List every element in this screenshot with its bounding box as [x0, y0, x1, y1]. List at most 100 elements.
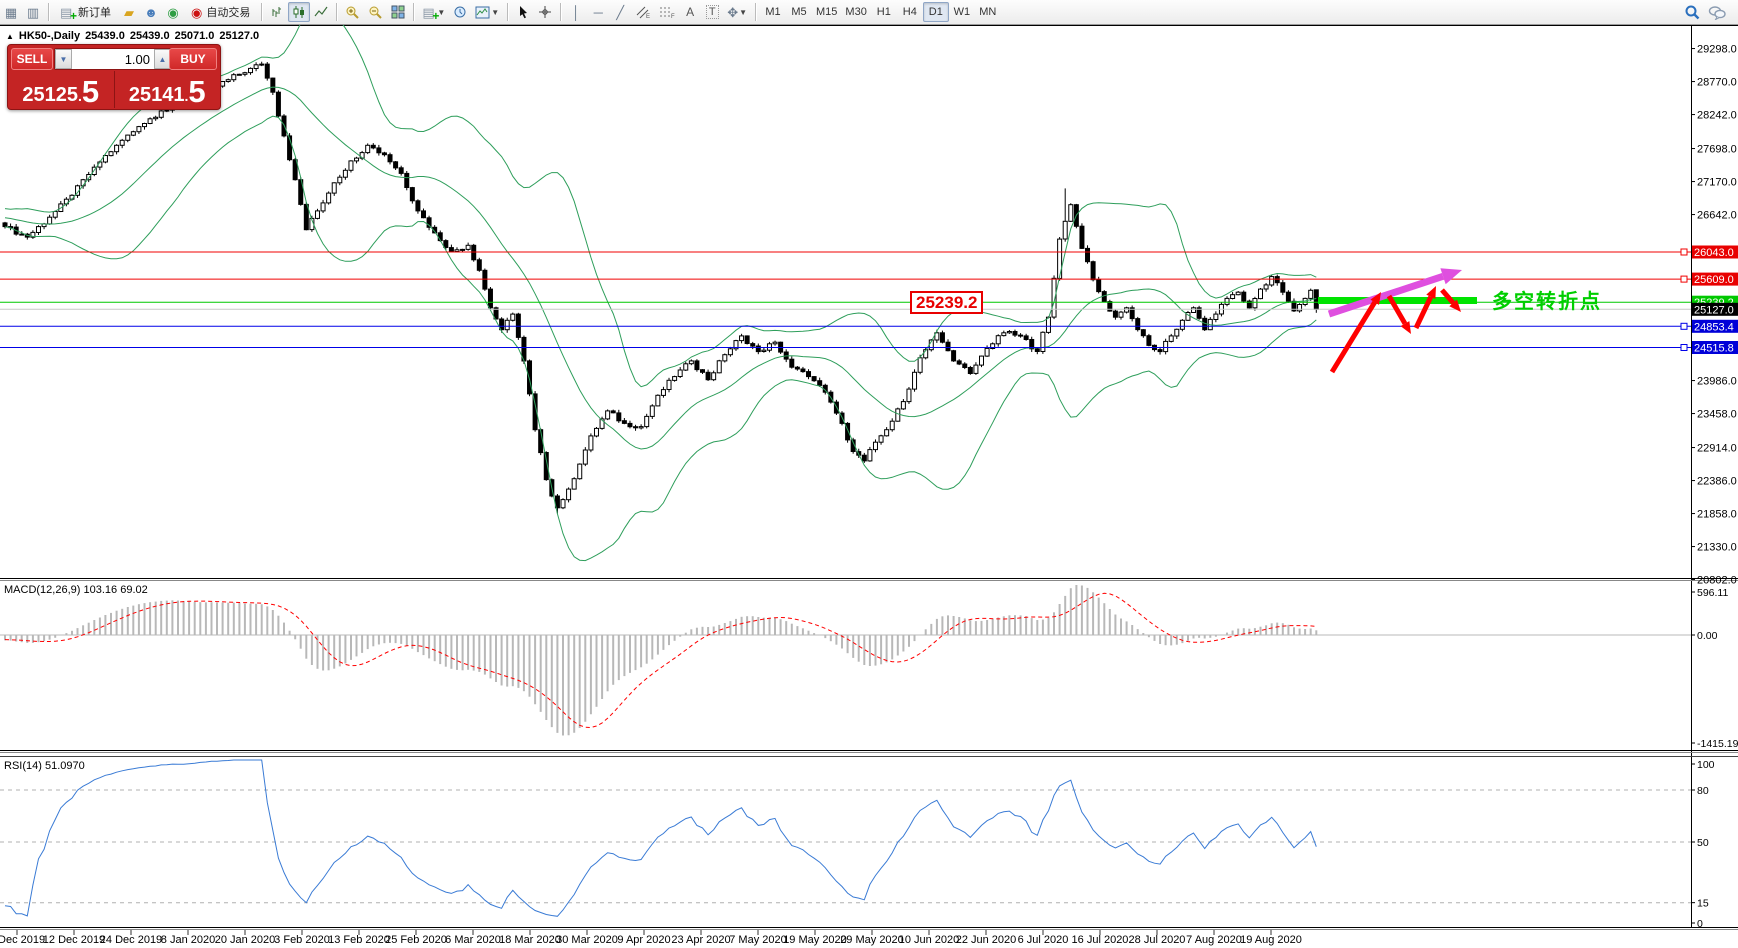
date-label[interactable]: 6 Mar 2020	[445, 934, 501, 946]
sell-price[interactable]: 25125 . 5	[8, 71, 115, 108]
gold-icon[interactable]: ▰	[118, 2, 140, 22]
candle	[1158, 347, 1162, 355]
candle	[695, 359, 699, 372]
date-label[interactable]: 23 Apr 2020	[671, 934, 730, 946]
horizontal-line-tool[interactable]: ─	[587, 2, 609, 22]
candle	[868, 447, 872, 462]
date-label[interactable]: 29 May 2020	[840, 934, 904, 946]
trendline-tool[interactable]: ╱	[609, 2, 631, 22]
candlestick-chart-icon[interactable]	[288, 2, 310, 22]
zoom-out-icon[interactable]	[364, 2, 387, 22]
date-label[interactable]: 30 Mar 2020	[556, 934, 618, 946]
date-label[interactable]: 6 Jul 2020	[1018, 934, 1069, 946]
candle	[338, 175, 342, 185]
date-label[interactable]: 12 Dec 2019	[43, 934, 105, 946]
candle	[701, 369, 705, 374]
date-label[interactable]: 9 Apr 2020	[617, 934, 670, 946]
vertical-line-tool[interactable]: │	[565, 2, 587, 22]
timeframe-M1[interactable]: M1	[760, 2, 786, 22]
date-label[interactable]: 22 Jun 2020	[956, 934, 1017, 946]
candle	[466, 243, 470, 251]
chat-icon[interactable]	[1704, 2, 1730, 22]
new-chart-button[interactable]: ▤+▼	[418, 2, 449, 22]
macd-axis-label: -1415.19	[1697, 738, 1738, 750]
equidistant-channel-tool[interactable]: E	[631, 2, 655, 22]
candle	[1225, 296, 1229, 306]
candle	[399, 166, 403, 176]
candle	[1030, 337, 1034, 352]
text-tool[interactable]: A	[679, 2, 701, 22]
experts-icon[interactable]: ☻	[140, 2, 162, 22]
crosshair-tool[interactable]	[534, 2, 556, 22]
trend-arrow-magenta-head[interactable]	[1440, 268, 1462, 284]
date-label[interactable]: 28 Jul 2020	[1129, 934, 1186, 946]
buy-button[interactable]: BUY	[169, 48, 217, 70]
price-flag-25239[interactable]: 25239.2	[910, 291, 983, 314]
candle	[249, 67, 253, 74]
candle	[634, 425, 638, 431]
candle	[873, 439, 877, 452]
candle	[1113, 310, 1117, 320]
candle	[795, 366, 799, 371]
timeframe-H1[interactable]: H1	[871, 2, 897, 22]
date-label[interactable]: 24 Dec 2019	[100, 934, 162, 946]
date-label[interactable]: 20 Jan 2020	[215, 934, 276, 946]
candle	[606, 409, 610, 420]
cursor-tool[interactable]	[512, 2, 534, 22]
date-label[interactable]: 2 Dec 2019	[0, 934, 45, 946]
date-label[interactable]: 3 Feb 2020	[274, 934, 330, 946]
timeframe-M5[interactable]: M5	[786, 2, 812, 22]
timeframe-H4[interactable]: H4	[897, 2, 923, 22]
level-marker[interactable]	[1681, 276, 1687, 282]
autotrading-button[interactable]: ◉ 自动交易	[184, 2, 257, 22]
candle	[1208, 317, 1212, 330]
chart-window-icon[interactable]: ▦	[0, 2, 22, 22]
volume-input[interactable]	[72, 52, 154, 67]
date-label[interactable]: 7 Aug 2020	[1186, 934, 1242, 946]
annotation-note[interactable]: 多空转折点	[1492, 285, 1602, 314]
chart-canvas[interactable]: 26043.025609.025239.225127.024853.424515…	[0, 0, 1738, 948]
zoom-in-icon[interactable]	[341, 2, 364, 22]
candle	[511, 313, 515, 322]
date-label[interactable]: 8 Jan 2020	[161, 934, 215, 946]
candle	[1270, 275, 1274, 287]
date-label[interactable]: 10 Jun 2020	[899, 934, 960, 946]
candle	[717, 360, 721, 374]
volume-decrease-button[interactable]: ▼	[55, 49, 72, 69]
timeframe-MN[interactable]: MN	[975, 2, 1001, 22]
new-order-button[interactable]: ▤+ 新订单	[53, 2, 118, 22]
data-window-icon[interactable]: ▥	[22, 2, 44, 22]
period-cycle-icon[interactable]	[449, 2, 471, 22]
buy-price[interactable]: 25141 . 5	[115, 71, 221, 108]
arrows-tool[interactable]: ✥▼	[723, 2, 751, 22]
candle	[131, 131, 135, 136]
date-label[interactable]: 19 Aug 2020	[1240, 934, 1302, 946]
line-chart-icon[interactable]	[310, 2, 332, 22]
candle	[221, 81, 225, 88]
candle	[1069, 203, 1073, 222]
text-label-tool[interactable]: T	[701, 2, 723, 22]
date-label[interactable]: 25 Feb 2020	[385, 934, 447, 946]
level-marker[interactable]	[1681, 249, 1687, 255]
date-label[interactable]: 19 May 2020	[783, 934, 847, 946]
templates-button[interactable]: ▼	[471, 2, 503, 22]
timeframe-D1[interactable]: D1	[923, 2, 949, 22]
timeframe-M15[interactable]: M15	[812, 2, 841, 22]
timeframe-M30[interactable]: M30	[841, 2, 870, 22]
fibonacci-tool[interactable]: F	[655, 2, 679, 22]
signals-icon[interactable]: ◉	[162, 2, 184, 22]
bar-chart-icon[interactable]	[266, 2, 288, 22]
macd-header: MACD(12,26,9) 103.16 69.02	[4, 584, 148, 596]
level-marker[interactable]	[1681, 345, 1687, 351]
level-marker[interactable]	[1681, 323, 1687, 329]
search-icon[interactable]	[1680, 2, 1704, 22]
tile-windows-icon[interactable]	[387, 2, 409, 22]
timeframe-W1[interactable]: W1	[949, 2, 975, 22]
date-label[interactable]: 7 May 2020	[729, 934, 786, 946]
candle	[745, 335, 749, 344]
date-label[interactable]: 16 Jul 2020	[1072, 934, 1129, 946]
date-label[interactable]: 18 Mar 2020	[499, 934, 561, 946]
date-label[interactable]: 13 Feb 2020	[328, 934, 390, 946]
expand-triangle-icon[interactable]: ▲	[6, 32, 14, 41]
sell-button[interactable]: SELL	[11, 48, 53, 70]
